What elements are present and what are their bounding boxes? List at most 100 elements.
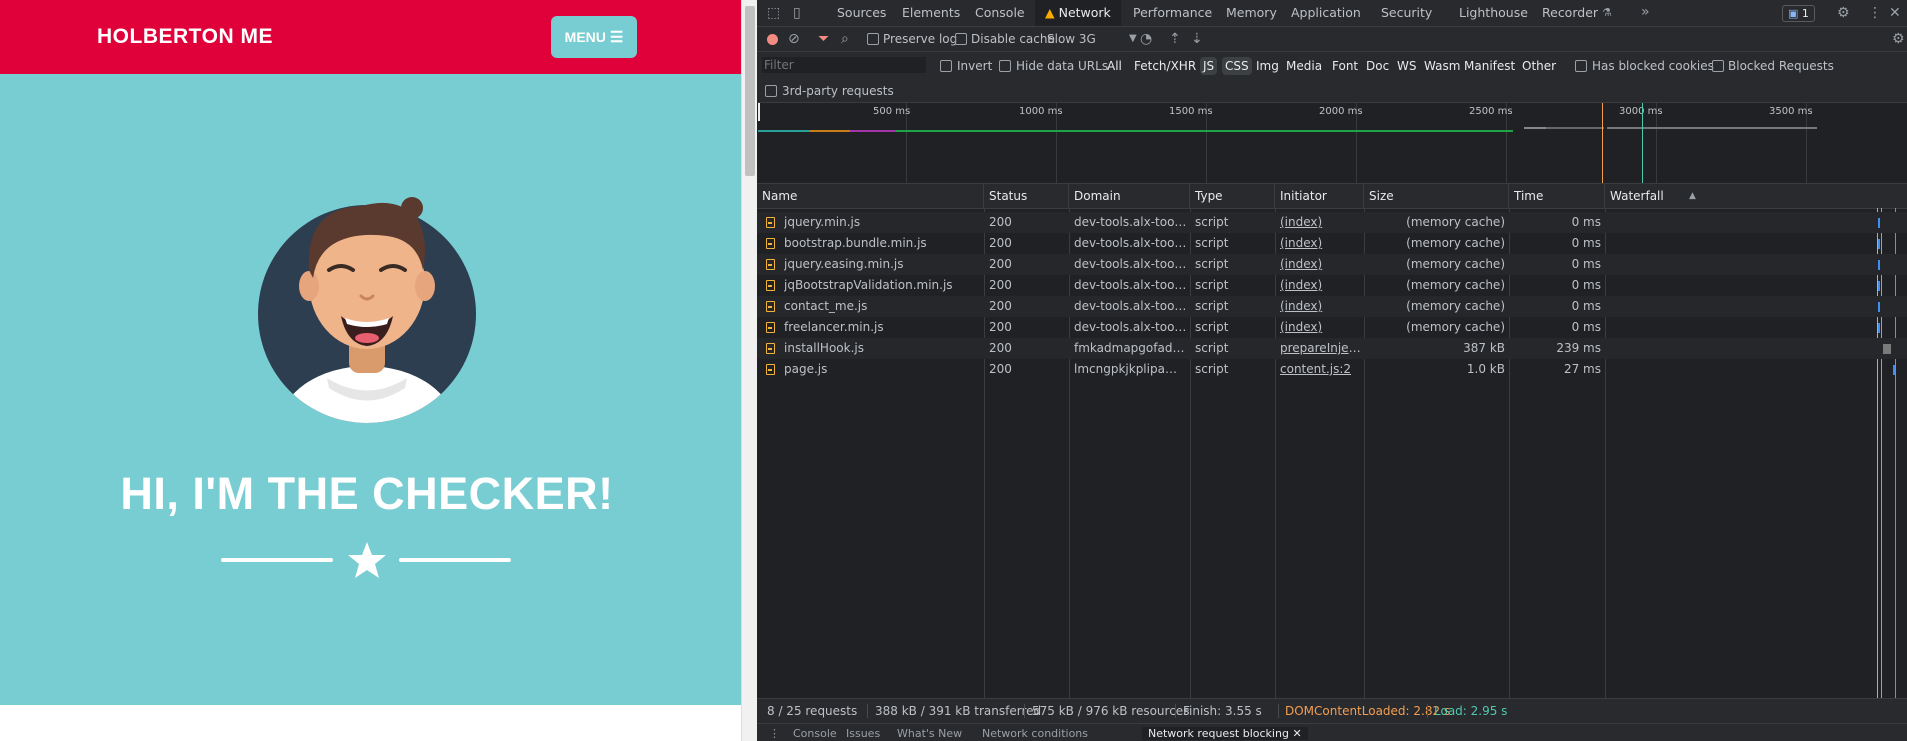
request-initiator-link[interactable]: prepareInjectio… [1280, 338, 1362, 359]
request-initiator-link[interactable]: content.js:2 [1280, 359, 1362, 380]
summary-separator [867, 704, 868, 718]
load-marker [1642, 103, 1643, 183]
more-tabs-icon[interactable]: » [1641, 5, 1650, 19]
third-party-checkbox[interactable] [765, 85, 777, 97]
request-type: script [1195, 341, 1229, 355]
request-initiator-link[interactable]: (index) [1280, 212, 1362, 233]
type-filter-ws[interactable]: WS [1394, 57, 1419, 75]
throttling-select[interactable]: Slow 3G ▼ [1047, 32, 1147, 46]
script-file-icon [766, 238, 775, 249]
tab-network[interactable]: ▲ Network [1035, 0, 1121, 26]
tab-sources[interactable]: Sources [837, 0, 886, 26]
type-filter-doc[interactable]: Doc [1363, 57, 1392, 75]
request-time: 0 ms [1571, 236, 1601, 250]
invert-checkbox[interactable] [940, 60, 952, 72]
type-filter-font[interactable]: Font [1329, 57, 1361, 75]
column-header-status[interactable]: Status [984, 184, 1069, 208]
page-scrollbar[interactable] [741, 0, 758, 741]
request-initiator-link[interactable]: (index) [1280, 275, 1362, 296]
summary-resources: 575 kB / 976 kB resources [1032, 704, 1190, 718]
record-icon[interactable] [767, 34, 778, 45]
filter-icon[interactable]: ⏷ [818, 32, 829, 46]
brand-logo-text[interactable]: HOLBERTON ME [97, 25, 273, 49]
drawer-tab-console[interactable]: Console [793, 727, 837, 740]
tab-console[interactable]: Console [975, 0, 1025, 26]
import-har-icon[interactable]: ⇡ [1169, 32, 1181, 46]
tab-recorder[interactable]: Recorder [1542, 0, 1598, 26]
device-toolbar-icon[interactable]: ▯ [793, 6, 801, 20]
drawer-tab-issues[interactable]: Issues [846, 727, 880, 740]
disable-cache-label: Disable cache [971, 32, 1055, 46]
table-row[interactable]: bootstrap.bundle.min.js 200 dev-tools.al… [757, 233, 1907, 254]
type-filter-other[interactable]: Other [1519, 57, 1559, 75]
blocked-requests-checkbox[interactable] [1712, 60, 1724, 72]
issues-badge[interactable]: ▣ 1 [1782, 5, 1815, 22]
blocked-cookies-checkbox[interactable] [1575, 60, 1587, 72]
column-header-size[interactable]: Size [1364, 184, 1509, 208]
table-row[interactable]: jquery.easing.min.js 200 dev-tools.alx-t… [757, 254, 1907, 275]
export-har-icon[interactable]: ⇣ [1191, 32, 1203, 46]
summary-requests: 8 / 25 requests [767, 704, 858, 718]
type-filter-wasm[interactable]: Wasm [1421, 57, 1463, 75]
drawer-menu-icon[interactable]: ⋮ [769, 727, 780, 740]
disable-cache-checkbox[interactable] [955, 33, 967, 45]
table-row[interactable]: page.js 200 lmcngpkjkplipamgflhio… scrip… [757, 359, 1907, 380]
network-settings-icon[interactable]: ⚙ [1892, 32, 1905, 46]
close-icon[interactable]: ✕ [1292, 727, 1301, 740]
type-filter-fetch-xhr[interactable]: Fetch/XHR [1131, 57, 1199, 75]
kebab-menu-icon[interactable]: ⋮ [1868, 6, 1882, 20]
type-filter-js[interactable]: JS [1200, 57, 1218, 75]
settings-gear-icon[interactable]: ⚙ [1837, 6, 1850, 20]
tab-application[interactable]: Application [1291, 0, 1361, 26]
request-initiator-link[interactable]: (index) [1280, 254, 1362, 275]
type-filter-img[interactable]: Img [1253, 57, 1282, 75]
clear-icon[interactable]: ⊘ [788, 32, 800, 46]
requests-table-body: jquery.min.js 200 dev-tools.alx-tools.co… [757, 212, 1907, 392]
column-header-initiator[interactable]: Initiator [1275, 184, 1364, 208]
column-header-waterfall[interactable]: Waterfall ▲ [1605, 184, 1907, 208]
drawer-tab-whats-new[interactable]: What's New [897, 727, 962, 740]
table-row[interactable]: freelancer.min.js 200 dev-tools.alx-tool… [757, 317, 1907, 338]
table-row[interactable]: contact_me.js 200 dev-tools.alx-tools.co… [757, 296, 1907, 317]
column-header-time[interactable]: Time [1509, 184, 1605, 208]
hide-data-urls-checkbox[interactable] [999, 60, 1011, 72]
inspect-element-icon[interactable]: ⬚ [767, 6, 780, 20]
network-overview-timeline[interactable]: 500 ms 1000 ms 1500 ms 2000 ms 2500 ms 3… [757, 103, 1907, 184]
request-type: script [1195, 236, 1229, 250]
request-type: script [1195, 320, 1229, 334]
tab-security[interactable]: Security [1381, 0, 1432, 26]
request-time: 0 ms [1571, 320, 1601, 334]
table-row[interactable]: installHook.js 200 fmkadmapgofadopljbjf…… [757, 338, 1907, 359]
overview-request-bar [896, 130, 1513, 132]
page-scrollbar-thumb[interactable] [745, 6, 755, 176]
request-initiator-link[interactable]: (index) [1280, 233, 1362, 254]
column-header-type[interactable]: Type [1190, 184, 1275, 208]
type-filter-all[interactable]: All [1104, 57, 1125, 75]
tab-performance[interactable]: Performance [1133, 0, 1212, 26]
request-initiator-link[interactable]: (index) [1280, 317, 1362, 338]
column-header-name[interactable]: Name [757, 184, 984, 208]
overview-request-bar [758, 130, 810, 132]
wifi-conditions-icon[interactable]: ◔ [1140, 32, 1152, 46]
table-row[interactable]: jquery.min.js 200 dev-tools.alx-tools.co… [757, 212, 1907, 233]
table-row[interactable]: jqBootstrapValidation.min.js 200 dev-too… [757, 275, 1907, 296]
tab-memory[interactable]: Memory [1226, 0, 1277, 26]
column-header-domain[interactable]: Domain [1069, 184, 1190, 208]
type-filter-manifest[interactable]: Manifest [1461, 57, 1518, 75]
filter-input[interactable] [762, 57, 926, 73]
preserve-log-checkbox[interactable] [867, 33, 879, 45]
tab-lighthouse[interactable]: Lighthouse [1459, 0, 1528, 26]
drawer-tab-network-conditions[interactable]: Network conditions [982, 727, 1088, 740]
menu-button[interactable]: MENU ☰ [551, 16, 637, 58]
request-initiator-link[interactable]: (index) [1280, 296, 1362, 317]
type-filter-css[interactable]: CSS [1222, 57, 1252, 75]
tab-elements[interactable]: Elements [902, 0, 960, 26]
close-icon[interactable]: ✕ [1889, 6, 1901, 20]
overview-start-marker[interactable] [758, 103, 760, 121]
star-icon [348, 542, 386, 578]
search-icon[interactable]: ⌕ [841, 32, 849, 46]
request-name: freelancer.min.js [784, 320, 884, 334]
drawer-tab-request-blocking[interactable]: Network request blocking ✕ [1142, 727, 1308, 740]
type-filter-media[interactable]: Media [1283, 57, 1325, 75]
request-status: 200 [989, 215, 1012, 229]
